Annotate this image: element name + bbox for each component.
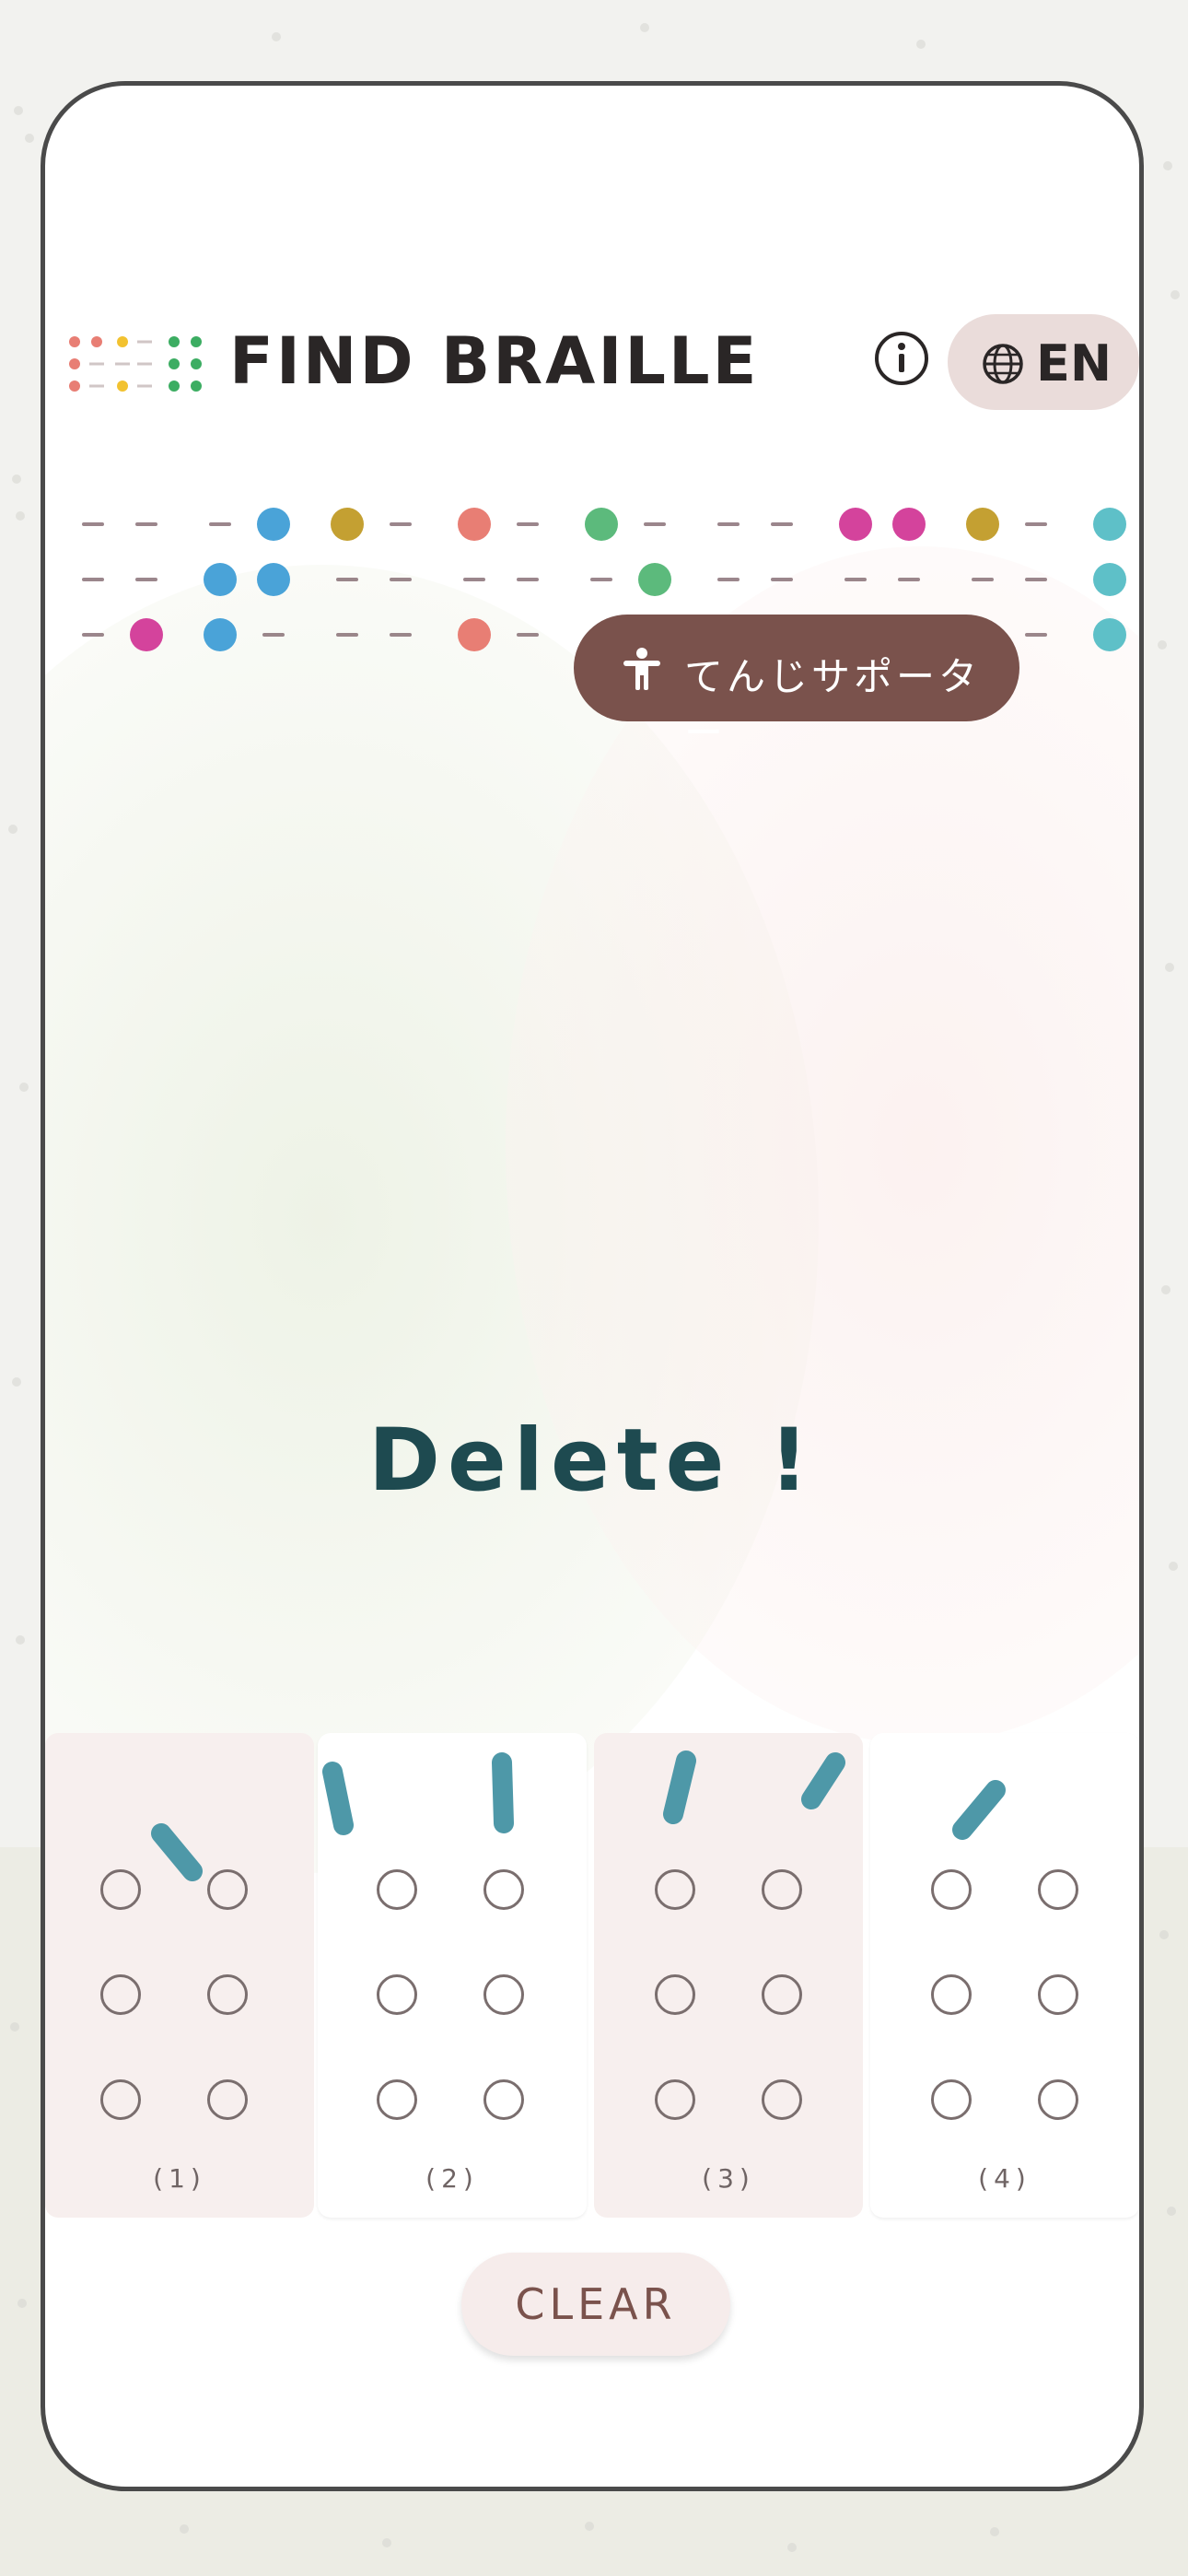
dot-4[interactable] — [762, 1869, 802, 1910]
clear-button[interactable]: CLEAR — [461, 2253, 730, 2356]
dot-5[interactable] — [1038, 1974, 1078, 2015]
dot-5[interactable] — [762, 1974, 802, 2015]
braille-cell-3[interactable]: (3) — [594, 1733, 863, 2218]
info-icon[interactable] — [872, 329, 931, 388]
dot-3[interactable] — [377, 2079, 417, 2120]
dot-3[interactable] — [931, 2079, 972, 2120]
dot-4[interactable] — [207, 1869, 248, 1910]
dot-6[interactable] — [207, 2079, 248, 2120]
accessibility-person-icon — [623, 648, 660, 690]
dot-1[interactable] — [377, 1869, 417, 1910]
dot-3[interactable] — [100, 2079, 141, 2120]
cell-label: (1) — [153, 2163, 206, 2194]
cell-label: (2) — [425, 2163, 479, 2194]
cell-label: (3) — [702, 2163, 755, 2194]
dot-1[interactable] — [100, 1869, 141, 1910]
dot-2[interactable] — [931, 1974, 972, 2015]
dot-6[interactable] — [483, 2079, 524, 2120]
phone-frame: FIND BRAILLE EN てんじサポーター Delete ! (1) (2… — [41, 81, 1144, 2491]
braille-supporter-label: てんじサポーター — [684, 654, 982, 755]
globe-icon — [983, 344, 1023, 384]
dot-2[interactable] — [100, 1974, 141, 2015]
dot-2[interactable] — [377, 1974, 417, 2015]
braille-supporter-button[interactable]: てんじサポーター — [574, 615, 1019, 755]
cell-label: (4) — [978, 2163, 1031, 2194]
dot-5[interactable] — [483, 1974, 524, 2015]
dot-4[interactable] — [1038, 1869, 1078, 1910]
language-toggle-button[interactable]: EN — [948, 314, 1139, 410]
braille-cell-2[interactable]: (2) — [318, 1733, 587, 2218]
dot-3[interactable] — [655, 2079, 695, 2120]
braille-cell-4[interactable]: (4) — [870, 1733, 1139, 2218]
app-header: FIND BRAILLE EN — [45, 298, 1139, 417]
dot-1[interactable] — [931, 1869, 972, 1910]
dot-1[interactable] — [655, 1869, 695, 1910]
dot-5[interactable] — [207, 1974, 248, 2015]
app-title: FIND BRAILLE — [229, 323, 760, 399]
result-message: Delete ! — [367, 1411, 817, 1511]
braille-input-cells: (1) (2) (3) (4) — [45, 1733, 1139, 2221]
dot-6[interactable] — [1038, 2079, 1078, 2120]
braille-cell-1[interactable]: (1) — [45, 1733, 314, 2218]
dot-4[interactable] — [483, 1869, 524, 1910]
language-label: EN — [1036, 334, 1112, 392]
braille-logo-icon — [69, 336, 202, 392]
dot-6[interactable] — [762, 2079, 802, 2120]
dot-2[interactable] — [655, 1974, 695, 2015]
